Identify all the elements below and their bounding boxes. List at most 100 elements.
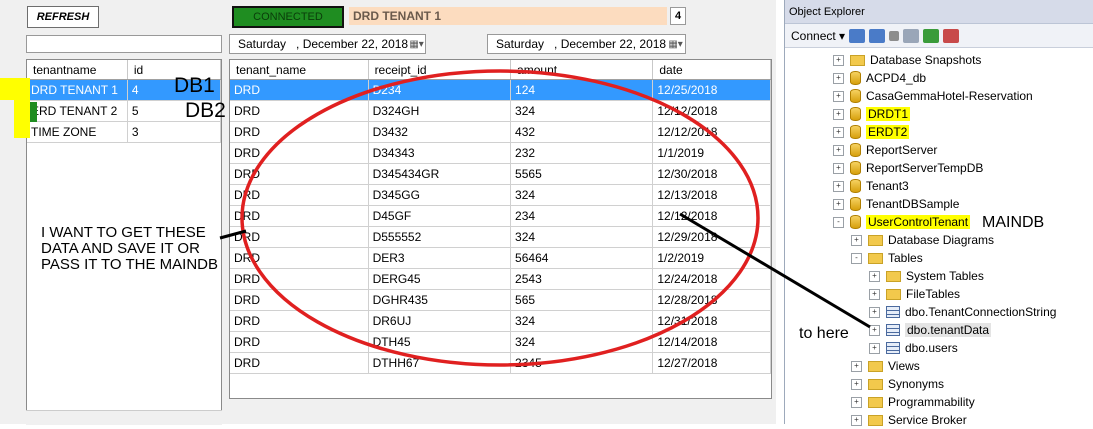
table-cell[interactable]: 232	[510, 142, 654, 164]
table-cell[interactable]: D234	[368, 79, 512, 101]
table-cell[interactable]: DRD TENANT 1	[27, 79, 128, 101]
table-cell[interactable]: 12/30/2018	[652, 163, 771, 185]
table-cell[interactable]: D324GH	[368, 100, 512, 122]
tree-node[interactable]: + Synonyms	[851, 375, 944, 393]
table-cell[interactable]: 12/25/2018	[652, 79, 771, 101]
column-header[interactable]: amount	[510, 60, 654, 80]
expand-icon[interactable]: +	[833, 198, 844, 210]
table-cell[interactable]: D3432	[368, 121, 512, 143]
calendar-dropdown-icon[interactable]: ▦▾	[408, 37, 425, 51]
collapse-icon[interactable]: -	[833, 216, 844, 228]
tree-node[interactable]: + dbo.users	[869, 339, 958, 357]
table-row[interactable]: DRD DTHH67 2345 12/27/2018	[230, 352, 771, 374]
table-cell[interactable]: 324	[510, 184, 654, 206]
expand-icon[interactable]: +	[851, 378, 862, 390]
table-cell[interactable]: ERD TENANT 2	[27, 100, 128, 122]
connect-icon[interactable]	[849, 28, 866, 43]
table-cell[interactable]: 12/12/2018	[652, 100, 771, 122]
expand-icon[interactable]: +	[833, 126, 844, 138]
tree-node[interactable]: + ACPD4_db	[833, 69, 926, 87]
table-cell[interactable]: DR6UJ	[368, 310, 512, 332]
table-cell[interactable]: 12/24/2018	[652, 268, 771, 290]
table-cell[interactable]: DERG45	[368, 268, 512, 290]
horizontal-scrollbar[interactable]	[26, 410, 222, 425]
table-cell[interactable]: 3	[127, 121, 222, 143]
table-cell[interactable]: DRD	[230, 226, 369, 248]
table-cell[interactable]: 12/29/2018	[652, 226, 771, 248]
disconnect-icon[interactable]	[869, 28, 886, 43]
table-cell[interactable]: D345GG	[368, 184, 512, 206]
expand-icon[interactable]: +	[833, 54, 844, 66]
refresh-button[interactable]: REFRESH	[27, 6, 99, 28]
table-row[interactable]: DRD DERG45 2543 12/24/2018	[230, 268, 771, 290]
table-cell[interactable]: 565	[510, 289, 654, 311]
table-cell[interactable]: 12/14/2018	[652, 331, 771, 353]
filter-icon[interactable]	[903, 28, 920, 43]
table-row[interactable]: DRD D324GH 324 12/12/2018	[230, 100, 771, 122]
table-cell[interactable]: DGHR435	[368, 289, 512, 311]
expand-icon[interactable]: +	[833, 144, 844, 156]
table-row[interactable]: DRD D34343 232 1/1/2019	[230, 142, 771, 164]
table-cell[interactable]: 324	[510, 226, 654, 248]
tree-node[interactable]: + Database Diagrams	[851, 231, 994, 249]
column-header[interactable]: tenantname	[27, 60, 128, 80]
expand-icon[interactable]: +	[851, 360, 862, 372]
column-header[interactable]: date	[652, 60, 771, 80]
table-cell[interactable]: DRD	[230, 310, 369, 332]
table-cell[interactable]: DRD	[230, 205, 369, 227]
table-cell[interactable]: D34343	[368, 142, 512, 164]
expand-icon[interactable]: +	[869, 288, 880, 300]
tree-node[interactable]: - UserControlTenant	[833, 213, 971, 231]
tree-node[interactable]: + Service Broker	[851, 411, 967, 429]
receipts-grid[interactable]: tenant_name receipt_id amount date DRD D2…	[229, 59, 772, 399]
table-cell[interactable]: DTH45	[368, 331, 512, 353]
tree-node[interactable]: + System Tables	[869, 267, 984, 285]
table-cell[interactable]: 432	[510, 121, 654, 143]
table-cell[interactable]: D345434GR	[368, 163, 512, 185]
expand-icon[interactable]: +	[869, 342, 880, 354]
column-header[interactable]: receipt_id	[368, 60, 512, 80]
table-cell[interactable]: DRD	[230, 247, 369, 269]
table-cell[interactable]: 1/1/2019	[652, 142, 771, 164]
table-row[interactable]: DRD DGHR435 565 12/28/2018	[230, 289, 771, 311]
table-cell[interactable]: D555552	[368, 226, 512, 248]
tree-node[interactable]: + Database Snapshots	[833, 51, 981, 69]
expand-icon[interactable]: +	[833, 162, 844, 174]
tree-node[interactable]: + ReportServer	[833, 141, 937, 159]
table-row[interactable]: DRD D234 124 12/25/2018	[230, 79, 771, 101]
table-cell[interactable]: DRD	[230, 79, 369, 101]
table-cell[interactable]: 56464	[510, 247, 654, 269]
table-cell[interactable]: 12/13/2018	[652, 184, 771, 206]
tree-node[interactable]: + ERDT2	[833, 123, 910, 141]
table-cell[interactable]: 1/2/2019	[652, 247, 771, 269]
table-row[interactable]: DRD DER3 56464 1/2/2019	[230, 247, 771, 269]
table-row[interactable]: DRD D3432 432 12/12/2018	[230, 121, 771, 143]
table-cell[interactable]: TIME ZONE	[27, 121, 128, 143]
expand-icon[interactable]: +	[833, 72, 844, 84]
tree-node[interactable]: + Views	[851, 357, 920, 375]
selected-tenant-field[interactable]: DRD TENANT 1	[349, 7, 667, 25]
table-cell[interactable]: 324	[510, 100, 654, 122]
tree-node[interactable]: + dbo.tenantData	[869, 321, 992, 339]
table-cell[interactable]: DRD	[230, 352, 369, 374]
table-row[interactable]: DRD D45GF 234 12/12/2018	[230, 205, 771, 227]
tree-node[interactable]: + ReportServerTempDB	[833, 159, 983, 177]
expand-icon[interactable]: +	[833, 108, 844, 120]
tree-node[interactable]: + TenantDBSample	[833, 195, 959, 213]
table-cell[interactable]: DRD	[230, 163, 369, 185]
refresh-icon[interactable]	[923, 28, 940, 43]
expand-icon[interactable]: +	[851, 396, 862, 408]
tree-node[interactable]: + dbo.TenantConnectionString	[869, 303, 1056, 321]
table-cell[interactable]: 12/31/2018	[652, 310, 771, 332]
expand-icon[interactable]: +	[869, 270, 880, 282]
table-row[interactable]: DRD D345434GR 5565 12/30/2018	[230, 163, 771, 185]
table-cell[interactable]: DRD	[230, 184, 369, 206]
tree-node[interactable]: + Programmability	[851, 393, 975, 411]
table-row[interactable]: DRD D345GG 324 12/13/2018	[230, 184, 771, 206]
date-to-picker[interactable]: Saturday , December 22, 2018 ▦▾	[487, 34, 686, 54]
table-row[interactable]: TIME ZONE 3	[27, 121, 222, 143]
connect-button[interactable]: Connect ▾	[791, 29, 845, 43]
table-cell[interactable]: 5565	[510, 163, 654, 185]
table-row[interactable]: DRD DR6UJ 324 12/31/2018	[230, 310, 771, 332]
collapse-icon[interactable]: -	[851, 252, 862, 264]
